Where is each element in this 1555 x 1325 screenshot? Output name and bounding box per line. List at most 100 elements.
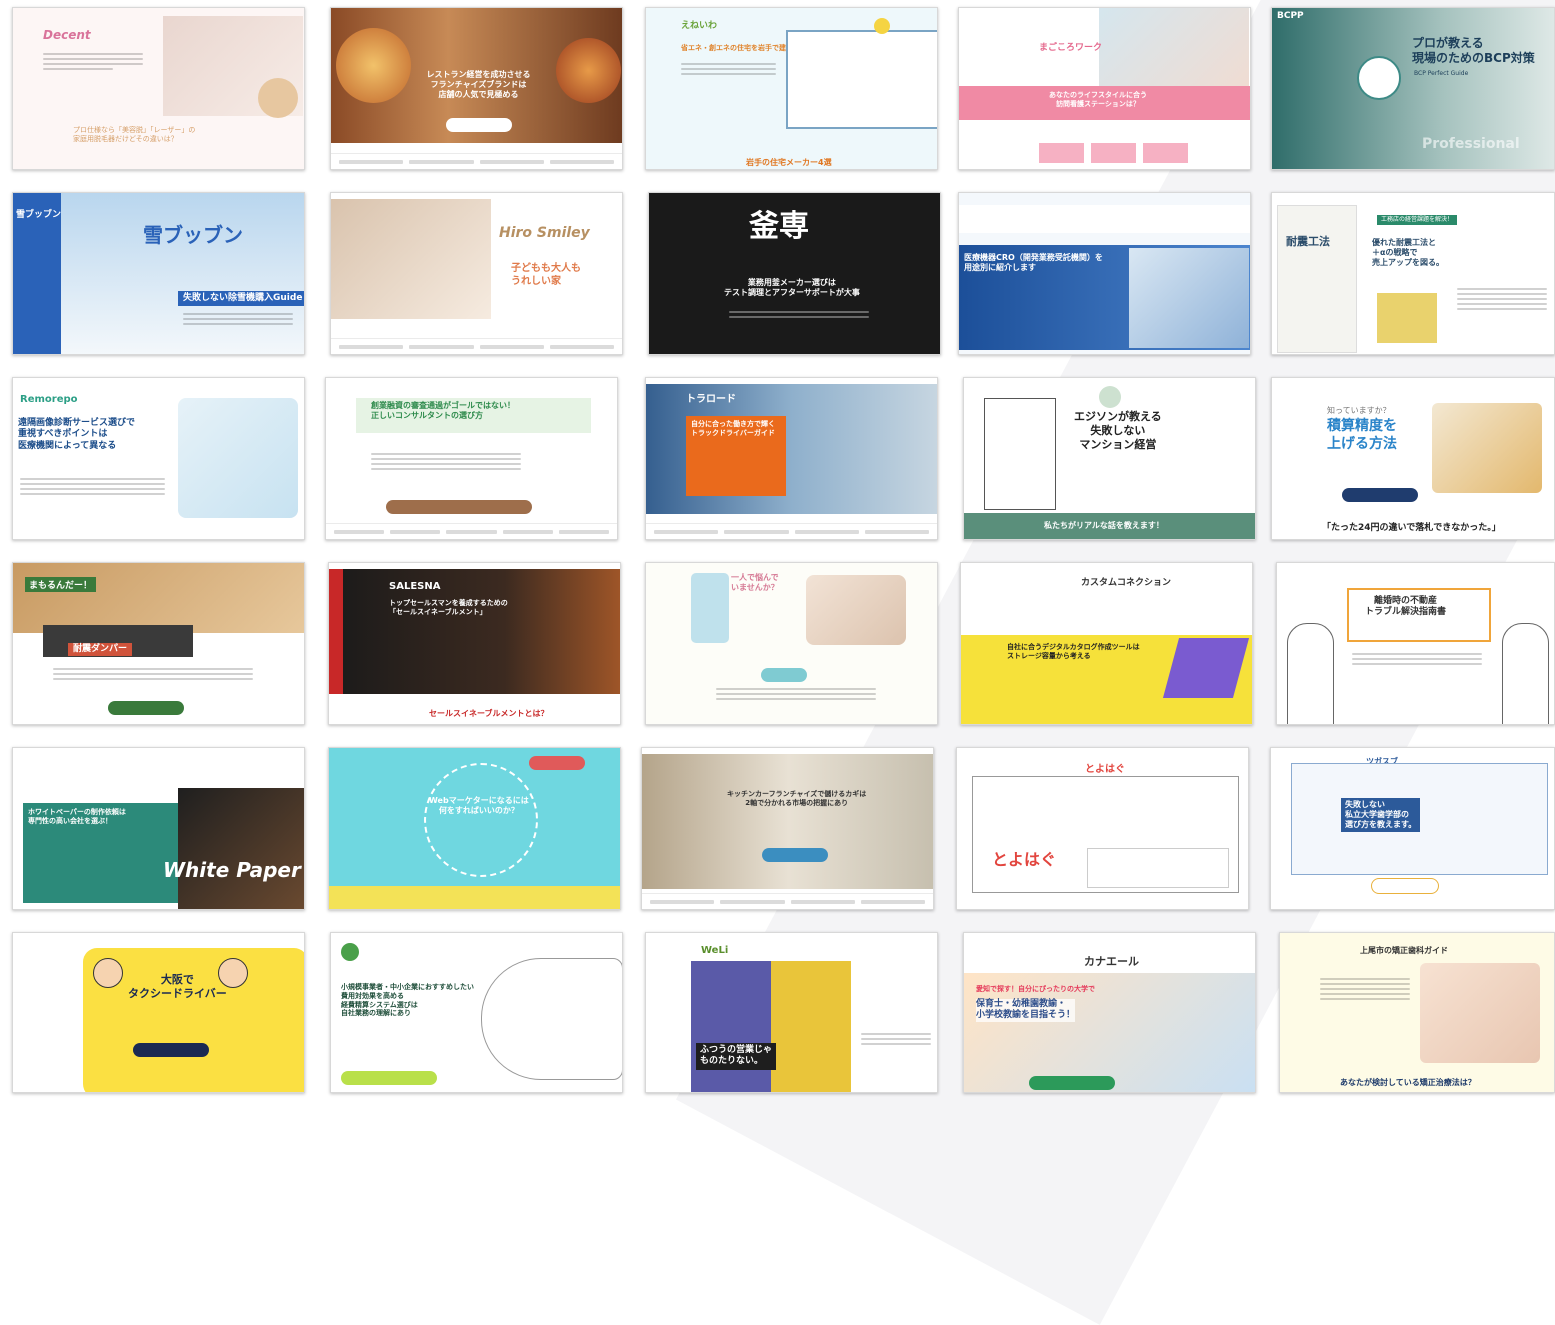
cta-button[interactable]: [1342, 488, 1418, 502]
card-mansion[interactable]: エジソンが教える 失敗しない マンション経営 私たちがリアルな話を教えます！: [963, 377, 1256, 540]
card-kyosei[interactable]: 上尾市の矯正歯科ガイド あなたが検討している矯正治療法は？: [1279, 932, 1555, 1093]
house-illustration: [1377, 293, 1437, 343]
card-kodomo[interactable]: 一人で悩んで いませんか？: [645, 562, 938, 725]
info-box: [1087, 848, 1229, 888]
hero-photo: [642, 754, 933, 889]
cta-button[interactable]: [341, 1071, 437, 1085]
hero-heading: ふつうの営業じゃ ものたりない。: [696, 1043, 777, 1070]
card-kamasen[interactable]: 釜専 業務用釜メーカー選びは テスト調理とアフターサポートが大事: [648, 192, 941, 355]
brand-logo: とよはぐ: [1085, 764, 1125, 775]
card-truck[interactable]: トラロード 自分に合った働き方で輝く トラックドライバーガイド: [645, 377, 938, 540]
hero-heading: レストラン経営を成功させる フランチャイズブランドは 店舗の人気で見極める: [426, 70, 531, 99]
hero-heading: 自分に合った働き方で輝く トラックドライバーガイド: [691, 420, 775, 437]
hero-heading: あなたが検討している矯正治療法は？: [1340, 1078, 1476, 1087]
section-heading: 岩手の住宅メーカー4選: [746, 158, 832, 167]
hero-illustration: [178, 398, 298, 518]
hero-heading: 大阪で タクシードライバー: [128, 973, 227, 1000]
card-hirosmiley[interactable]: Hiro Smiley 子どもも大人も うれしい家: [330, 192, 623, 355]
option-buttons[interactable]: [1039, 143, 1189, 163]
card-sekisan[interactable]: 知っていますか？ 積算精度を 上げる方法 「たった24円の違いで落札できなかった…: [1271, 377, 1555, 540]
hero-logo-text: 雪ブッブン: [143, 223, 243, 247]
cta-button[interactable]: [446, 118, 512, 132]
card-keihi[interactable]: 小規模事業者・中小企業におすすめしたい 費用対効果を高める 経費精算システム選び…: [330, 932, 623, 1093]
hero-heading: とよはぐ: [992, 850, 1057, 869]
card-whitepaper[interactable]: ホワイトペーパーの制作依頼は 専門性の高い会社を選ぶ！ White Paper: [12, 747, 305, 910]
nav-tabs: [959, 205, 1250, 233]
card-remorepo[interactable]: Remorepo 遠隔画像診断サービス選びで 重視すべきポイントは 医療機関によ…: [12, 377, 305, 540]
hero-heading: 医療機器CRO（開発業務受託機関）を 用途別に紹介します: [964, 253, 1103, 272]
nav-links: [331, 153, 622, 169]
brand-logo: まもるんだー！: [25, 577, 97, 592]
hero-heading: エジソンが教える 失敗しない マンション経営: [1074, 410, 1162, 451]
text-lines: [681, 63, 776, 78]
hero-heading: 省エネ・創エネの住宅を岩手で建てる: [681, 44, 800, 52]
card-mokuzai[interactable]: まもるんだー！ 耐震ダンパー: [12, 562, 305, 725]
hero-heading: 創業融資の審査通過がゴールではない！ 正しいコンサルタントの選び方: [371, 401, 515, 420]
person-illustration: [1502, 623, 1549, 724]
cta-button[interactable]: [386, 500, 532, 514]
hero-dark: [329, 569, 620, 694]
card-kanael[interactable]: カナエール 愛知で探す！自分にぴったりの大学で 保育士・幼稚園教諭・ 小学校教諭…: [963, 932, 1256, 1093]
card-bcpp[interactable]: BCPP プロが教える 現場のためのBCP対策 BCP Perfect Guid…: [1271, 7, 1555, 170]
cta-button[interactable]: [1371, 878, 1439, 894]
section-heading: プロ仕様なら「美容脱」「レーザー」の 家庭用脱毛器だけどその違いは？: [73, 126, 196, 144]
brand-logo: えねいわ: [681, 21, 718, 31]
hero-heading: 一人で悩んで いませんか？: [731, 573, 779, 592]
driver-illustration: [93, 958, 123, 988]
card-restaurant[interactable]: レストラン経営を成功させる フランチャイズブランドは 店舗の人気で見極める: [330, 7, 623, 170]
card-webmarketing[interactable]: Webマーケターになるには 何をすればいいのか？: [328, 747, 621, 910]
hero-heading: ホワイトペーパーの制作依頼は 専門性の高い会社を選ぶ！: [28, 808, 126, 825]
hero-photo: [331, 199, 491, 319]
section-heading: セールスイネーブルメントとは？: [429, 709, 549, 718]
brand-logo: Decent: [43, 28, 91, 42]
person-illustration: [1287, 623, 1334, 724]
cta-button[interactable]: [133, 1043, 209, 1057]
side-panel: [1277, 205, 1357, 353]
hero-heading: 子どもも大人も うれしい家: [511, 263, 581, 287]
cta-button[interactable]: [1029, 1076, 1115, 1090]
cta-button[interactable]: [761, 668, 807, 682]
card-toyohagu[interactable]: とよはぐ とよはぐ: [956, 747, 1249, 910]
card-taxi[interactable]: 大阪で タクシードライバー: [12, 932, 305, 1093]
hero-photo: [1420, 963, 1540, 1063]
hero-heading: 離婚時の不動産 トラブル解決指南書: [1365, 596, 1447, 618]
device-photo: [1129, 248, 1249, 348]
card-decent[interactable]: Decent プロ仕様なら「美容脱」「レーザー」の 家庭用脱毛器だけどその違いは…: [12, 7, 305, 170]
brand-logo: BCPP: [1277, 11, 1304, 21]
text-lines: [20, 478, 165, 498]
nav-links: [331, 338, 622, 354]
card-consult[interactable]: 創業融資の審査通過がゴールではない！ 正しいコンサルタントの選び方: [325, 377, 618, 540]
card-cro[interactable]: 医療機器CRO（開発業務受託機関）を 用途別に紹介します: [958, 192, 1251, 355]
phone-mockup: [691, 573, 729, 643]
hero-heading: 失敗しない除雪機購入Guide: [178, 291, 304, 307]
card-rikon[interactable]: 離婚時の不動産 トラブル解決指南書: [1276, 562, 1555, 725]
card-ienowa[interactable]: えねいわ 省エネ・創エネの住宅を岩手で建てる 岩手の住宅メーカー4選: [645, 7, 938, 170]
logo-circle: [341, 943, 359, 961]
nav-links: [646, 523, 937, 539]
hero-heading: 自社に合うデジタルカタログ作成ツールは ストレージ容量から考える: [1007, 643, 1140, 660]
nav-links: [326, 523, 617, 539]
cta-button[interactable]: [529, 756, 585, 770]
text-lines: [1457, 288, 1547, 313]
sketch-illustration: [481, 958, 622, 1080]
card-magokoro[interactable]: まごころワーク あなたのライフスタイルに合う 訪問看護ステーションは？: [958, 7, 1251, 170]
card-kitchencar[interactable]: キッチンカーフランチャイズで儲けるカギは 2軸で分かれる市場の把握にあり: [641, 747, 934, 910]
brand-logo: 上尾市の矯正歯科ガイド: [1360, 946, 1448, 955]
eyebrow-text: 知っていますか？: [1327, 406, 1391, 415]
hero-heading: 小規模事業者・中小企業におすすめしたい 費用対効果を高める 経費精算システム選び…: [341, 983, 474, 1018]
card-salesna[interactable]: SALESNA トップセールスマンを養成するための 「セールスイネーブルメント」…: [328, 562, 621, 725]
card-shiritsu[interactable]: ツガスブ 失敗しない 私立大学歯学部の 選び方を教えます。: [1270, 747, 1555, 910]
red-sidebar: [329, 569, 343, 694]
card-weli[interactable]: WeLi ふつうの営業じゃ ものたりない。: [645, 932, 938, 1093]
card-snow[interactable]: 雪ブッブン 雪ブッブン 失敗しない除雪機購入Guide: [12, 192, 305, 355]
cta-button[interactable]: [108, 701, 184, 715]
thumbnail-gallery: Decent プロ仕様なら「美容脱」「レーザー」の 家庭用脱毛器だけどその違いは…: [0, 0, 1555, 1093]
text-lines: [183, 313, 293, 328]
brand-logo: SALESNA: [389, 581, 441, 592]
card-catalog[interactable]: カスタムコネクション 自社に合うデジタルカタログ作成ツールは ストレージ容量から…: [960, 562, 1253, 725]
cta-button[interactable]: [762, 848, 828, 862]
card-taishin[interactable]: 耐震工法 工務店の経営課題を解決！ 優れた耐震工法と ＋αの戦略で 売上アップを…: [1271, 192, 1555, 355]
subtitle: BCP Perfect Guide: [1414, 70, 1469, 77]
brand-logo: Remorepo: [20, 394, 78, 405]
circle-badge: [258, 78, 298, 118]
